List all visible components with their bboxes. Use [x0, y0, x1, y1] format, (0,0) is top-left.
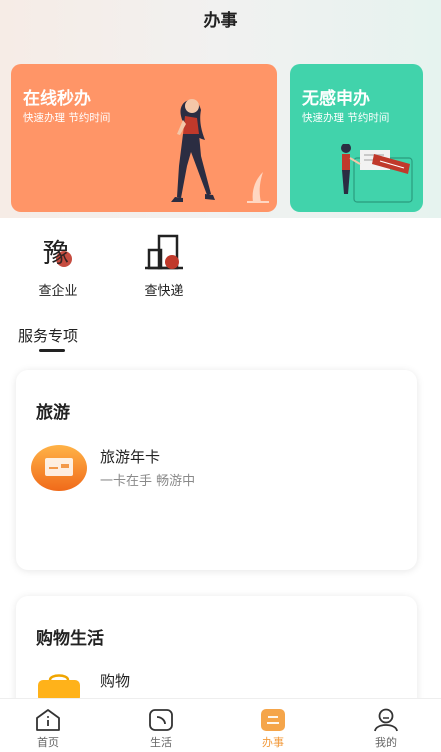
tab-label: 我的 [375, 736, 397, 749]
service-icon [259, 707, 287, 733]
tab-life[interactable]: 生活 [106, 699, 216, 752]
section-underline [39, 349, 65, 352]
card-icon [30, 444, 88, 496]
quick-link-label: 查快递 [144, 284, 184, 299]
home-icon [34, 707, 62, 733]
quick-link-express[interactable]: 查快递 [124, 230, 204, 299]
service-item-travel-annual-card[interactable]: 旅游年卡 一卡在手 畅游中 [30, 444, 390, 494]
tab-label: 办事 [262, 736, 284, 749]
tab-service[interactable]: 办事 [218, 699, 328, 752]
banner-seamless-apply[interactable]: 无感申办 快速办理 节约时间 [290, 64, 423, 212]
card-title: 旅游 [36, 403, 70, 423]
bottom-tab-bar: 首页 生活 办事 我的 [0, 698, 441, 752]
walking-woman-illustration [171, 99, 269, 203]
banner-title: 在线秒办 [23, 89, 91, 109]
service-card-travel: 旅游 旅游年卡 一卡在手 畅游中 [16, 370, 417, 570]
banner-online-service[interactable]: 在线秒办 快速办理 节约时间 [11, 64, 277, 212]
express-icon [141, 230, 187, 276]
document-folder-illustration [341, 144, 413, 203]
card-title: 购物生活 [36, 629, 104, 649]
enterprise-icon: 豫 豫 [35, 230, 81, 276]
banner-subtitle: 快速办理 节约时间 [23, 112, 111, 124]
tab-label: 首页 [37, 736, 59, 749]
life-icon [147, 707, 175, 733]
svg-text:豫: 豫 [43, 239, 69, 269]
tab-home[interactable]: 首页 [0, 699, 103, 752]
banner-title: 无感申办 [302, 89, 370, 109]
banner-subtitle: 快速办理 节约时间 [302, 112, 390, 124]
page-title: 办事 [203, 11, 238, 31]
service-item-subtitle: 一卡在手 畅游中 [100, 474, 196, 489]
quick-link-enterprise[interactable]: 豫 豫 查企业 [18, 230, 98, 299]
section-title: 服务专项 [18, 327, 79, 345]
quick-link-label: 查企业 [38, 284, 78, 299]
tab-profile[interactable]: 我的 [331, 699, 441, 752]
profile-icon [372, 707, 400, 733]
service-item-title: 旅游年卡 [100, 448, 161, 466]
service-item-title: 购物 [100, 672, 131, 690]
tab-label: 生活 [150, 736, 172, 749]
